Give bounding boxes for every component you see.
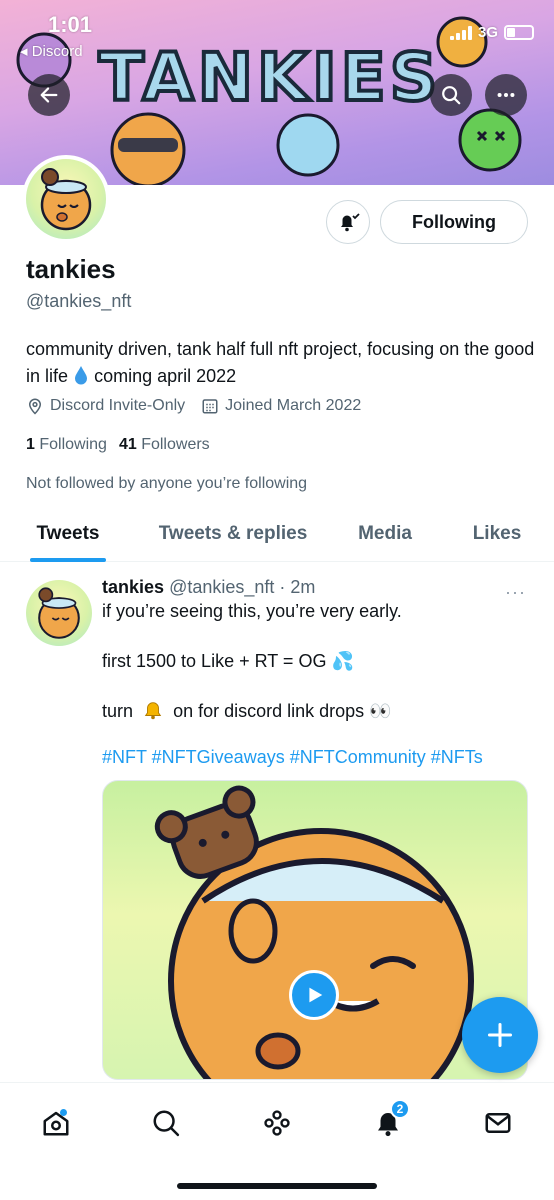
video-play-button[interactable] xyxy=(289,970,339,1020)
following-count-link[interactable]: 1 Following xyxy=(26,436,107,454)
profile-stats: 1 Following 41 Followers xyxy=(26,436,210,454)
explore-search-icon xyxy=(153,1110,180,1137)
messages-icon xyxy=(485,1113,511,1133)
location-icon xyxy=(28,398,42,415)
back-button[interactable] xyxy=(28,74,70,116)
status-indicators: 3G xyxy=(449,24,534,41)
tweet-avatar-image xyxy=(38,587,80,639)
nav-spaces[interactable] xyxy=(257,1103,297,1143)
followers-label: Followers xyxy=(141,436,210,453)
home-indicator[interactable] xyxy=(177,1183,377,1189)
tab-likes[interactable]: Likes xyxy=(440,506,554,562)
tab-tweets-and-replies[interactable]: Tweets & replies xyxy=(136,506,330,562)
tweet-author-handle-time: @tankies_nft · 2m xyxy=(169,577,316,597)
status-bar: 1:01 ◂ Discord 3G xyxy=(0,0,554,60)
tab-label: Tweets xyxy=(36,523,100,544)
avatar-image xyxy=(40,168,92,231)
tweet-hashtags[interactable]: #NFT #NFTGiveaways #NFTCommunity #NFTs xyxy=(102,747,483,768)
droplet-icon xyxy=(75,366,88,385)
notifications-toggle-button[interactable] xyxy=(326,200,370,244)
profile-meta: Discord Invite-Only Joined March 2022 xyxy=(26,397,361,415)
back-arrow-icon xyxy=(40,87,58,103)
search-button[interactable] xyxy=(430,74,472,116)
tweet-author-name[interactable]: tankies xyxy=(102,577,164,597)
profile-handle: @tankies_nft xyxy=(26,291,132,311)
tweet-text-line: first 1500 to Like + RT = OG 💦 xyxy=(102,651,354,671)
battery-icon xyxy=(504,25,534,40)
profile-avatar[interactable] xyxy=(22,155,110,243)
nav-messages[interactable] xyxy=(478,1103,518,1143)
calendar-icon xyxy=(202,399,218,414)
compose-plus-icon xyxy=(487,1022,513,1048)
tab-label: Tweets & replies xyxy=(158,523,308,544)
search-icon xyxy=(442,86,461,105)
tab-label: Likes xyxy=(472,523,522,544)
not-followed-notice: Not followed by anyone you’re following xyxy=(26,475,308,492)
tweet-text-line: if you’re seeing this, you’re very early… xyxy=(102,601,402,621)
new-tweets-dot xyxy=(60,1109,67,1116)
active-tab-indicator xyxy=(30,558,106,562)
followers-count-link[interactable]: 41 Followers xyxy=(119,436,210,454)
tweet-text-fragment: on for discord link drops 👀 xyxy=(173,701,392,721)
back-to-app-link[interactable]: ◂ Discord xyxy=(20,42,83,60)
followers-count: 41 xyxy=(118,436,137,453)
more-options-button[interactable] xyxy=(485,74,527,116)
following-button[interactable]: Following xyxy=(380,200,528,244)
tweet-text-line: turn on for discord link drops 👀 xyxy=(102,699,392,722)
network-type: 3G xyxy=(477,24,498,41)
bell-emoji-icon xyxy=(144,702,162,720)
nav-home[interactable] xyxy=(36,1103,76,1143)
profile-location: Discord Invite-Only xyxy=(26,397,185,415)
tweet-author-avatar[interactable] xyxy=(26,580,92,646)
play-icon xyxy=(309,987,323,1003)
signal-icon xyxy=(449,25,472,40)
tweet-header: tankies @tankies_nft · 2m xyxy=(102,577,315,598)
compose-tweet-button[interactable] xyxy=(462,997,538,1073)
notifications-badge: 2 xyxy=(390,1099,410,1119)
tab-media[interactable]: Media xyxy=(330,506,440,562)
profile-bio: community driven, tank half full nft pro… xyxy=(26,336,536,390)
joined-text: Joined March 2022 xyxy=(225,397,362,414)
tab-label: Media xyxy=(358,523,412,544)
nav-explore[interactable] xyxy=(146,1103,186,1143)
bio-launch-text: coming april 2022 xyxy=(94,366,237,386)
nav-notifications[interactable]: 2 xyxy=(368,1099,410,1143)
bell-check-icon xyxy=(341,213,360,232)
tweet-more-button[interactable]: ··· xyxy=(505,582,526,603)
spaces-icon xyxy=(264,1110,290,1136)
more-icon xyxy=(497,92,515,98)
profile-tabs: Tweets Tweets & replies Media Likes xyxy=(0,506,554,562)
profile-joined: Joined March 2022 xyxy=(201,397,361,415)
tweet-text-fragment: turn xyxy=(102,701,134,721)
location-text: Discord Invite-Only xyxy=(50,397,186,414)
status-time: 1:01 xyxy=(48,12,93,37)
following-label: Following xyxy=(39,436,107,453)
profile-display-name: tankies xyxy=(26,254,116,284)
following-count: 1 xyxy=(26,436,35,453)
tab-tweets[interactable]: Tweets xyxy=(0,506,136,562)
